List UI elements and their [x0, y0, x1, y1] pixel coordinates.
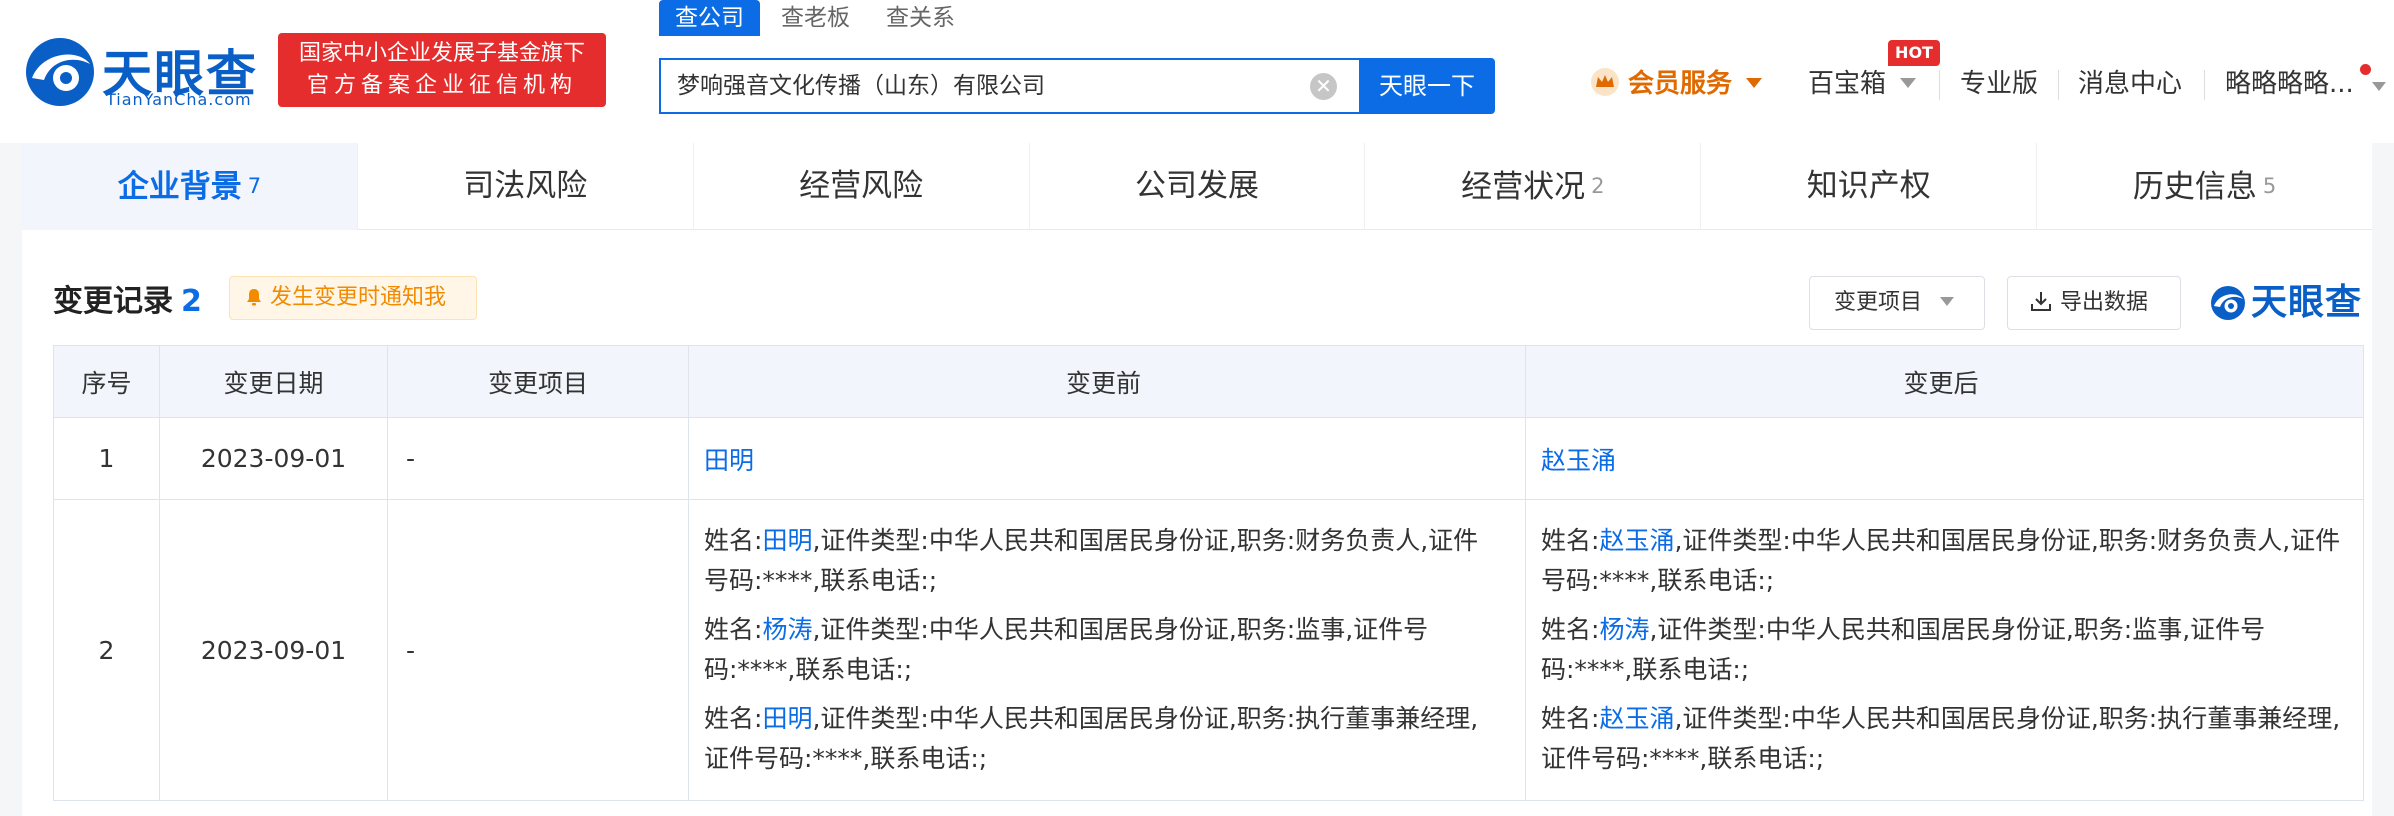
person-record: 姓名:赵玉涌,证件类型:中华人民共和国居民身份证,职务:执行董事兼经理,证件号码…	[1541, 704, 2341, 773]
user-menu[interactable]: 略略略略...	[2225, 64, 2354, 104]
badge-line2: 官方备案企业征信机构	[306, 73, 577, 98]
search-tab-company[interactable]: 查公司	[659, 0, 760, 36]
search-tab-boss[interactable]: 查老板	[781, 0, 850, 36]
chevron-down-icon	[1746, 78, 1763, 88]
person-record: 姓名:杨涛,证件类型:中华人民共和国居民身份证,职务:监事,证件号码:****,…	[1541, 615, 2266, 684]
tab-company-development[interactable]: 公司发展	[1030, 143, 1366, 230]
col-item: 变更项目	[387, 345, 689, 418]
clear-icon[interactable]: ✕	[1310, 73, 1337, 100]
tab-enterprise-background[interactable]: 企业背景 7	[22, 143, 358, 230]
col-date: 变更日期	[159, 345, 388, 418]
person-link[interactable]: 赵玉涌	[1599, 526, 1674, 555]
tab-intellectual-property[interactable]: 知识产权	[1701, 143, 2038, 230]
chevron-down-icon	[1900, 78, 1917, 88]
person-record: 姓名:杨涛,证件类型:中华人民共和国居民身份证,职务:监事,证件号码:****,…	[704, 615, 1429, 684]
cell-after: 赵玉涌	[1525, 417, 2364, 500]
vip-service-menu[interactable]: 会员服务	[1590, 64, 1763, 104]
col-index: 序号	[53, 345, 160, 418]
person-link[interactable]: 赵玉涌	[1599, 704, 1674, 733]
table-row: 1 2023-09-01 - 田明 赵玉涌	[53, 417, 2364, 500]
pro-version-link[interactable]: 专业版	[1960, 64, 2038, 104]
official-badge: 国家中小企业发展子基金旗下 官方备案企业征信机构	[278, 33, 606, 107]
search-button[interactable]: 天眼一下	[1359, 58, 1495, 114]
tab-operation-status[interactable]: 经营状况 2	[1365, 143, 1702, 230]
cell-index: 2	[53, 499, 160, 801]
tab-history-info[interactable]: 历史信息 5	[2037, 143, 2372, 230]
notification-dot	[2360, 64, 2371, 75]
treasure-box-menu[interactable]: 百宝箱	[1808, 64, 1917, 104]
person-record: 姓名:田明,证件类型:中华人民共和国居民身份证,职务:执行董事兼经理,证件号码:…	[704, 704, 1479, 773]
section-tabs: 企业背景 7 司法风险 经营风险 公司发展 经营状况 2 知识产权 历史信息 5	[22, 143, 2372, 230]
section-title: 变更记录 2	[53, 284, 202, 319]
tianyancha-logo[interactable]: 天眼查 TianYanCha.com	[22, 32, 262, 109]
change-item-filter[interactable]: 变更项目	[1809, 276, 1985, 330]
nav-divider	[2204, 70, 2205, 100]
search-tab-relation[interactable]: 查关系	[886, 0, 955, 36]
logo-domain: TianYanCha.com	[106, 90, 252, 109]
chevron-down-icon	[1940, 297, 1955, 306]
table-row: 2 2023-09-01 - 姓名:田明,证件类型:中华人民共和国居民身份证,职…	[53, 499, 2364, 801]
col-after: 变更后	[1525, 345, 2364, 418]
person-link[interactable]: 田明	[762, 526, 812, 555]
section-count: 2	[181, 284, 202, 319]
chevron-down-icon[interactable]	[2372, 82, 2386, 91]
person-record: 姓名:赵玉涌,证件类型:中华人民共和国居民身份证,职务:财务负责人,证件号码:*…	[1541, 526, 2341, 595]
bell-icon	[247, 289, 261, 306]
nav-divider	[2058, 70, 2059, 100]
content-card: 企业背景 7 司法风险 经营风险 公司发展 经营状况 2 知识产权 历史信息 5 变更…	[22, 143, 2372, 816]
tab-business-risk[interactable]: 经营风险	[694, 143, 1030, 230]
download-icon	[2031, 292, 2051, 311]
cell-index: 1	[53, 417, 160, 500]
notify-label: 发生变更时通知我	[270, 285, 447, 310]
search-input[interactable]: 梦响强音文化传播（山东）有限公司 ✕	[659, 58, 1359, 114]
top-header: 天眼查 TianYanCha.com 国家中小企业发展子基金旗下 官方备案企业征…	[0, 0, 2394, 143]
cell-item: -	[387, 499, 689, 801]
message-center-link[interactable]: 消息中心	[2078, 64, 2182, 104]
vip-service-label: 会员服务	[1628, 69, 1733, 99]
cell-before: 姓名:田明,证件类型:中华人民共和国居民身份证,职务:财务负责人,证件号码:**…	[688, 499, 1526, 801]
cell-before: 田明	[688, 417, 1526, 500]
col-before: 变更前	[688, 345, 1526, 418]
tab-count: 7	[247, 174, 262, 198]
tab-judicial-risk[interactable]: 司法风险	[358, 143, 694, 230]
cell-after: 姓名:赵玉涌,证件类型:中华人民共和国居民身份证,职务:财务负责人,证件号码:*…	[1525, 499, 2364, 801]
tab-count: 5	[2262, 174, 2277, 198]
person-link[interactable]: 杨涛	[762, 615, 812, 644]
person-link[interactable]: 田明	[762, 704, 812, 733]
nav-divider	[1939, 70, 1940, 100]
person-record: 姓名:田明,证件类型:中华人民共和国居民身份证,职务:财务负责人,证件号码:**…	[704, 526, 1479, 595]
tab-count: 2	[1591, 174, 1605, 198]
person-link[interactable]: 赵玉涌	[1541, 446, 1616, 475]
person-link[interactable]: 田明	[704, 446, 754, 475]
hot-badge: HOT	[1888, 40, 1940, 66]
cell-date: 2023-09-01	[159, 417, 388, 500]
treasure-box-label: 百宝箱	[1808, 69, 1887, 99]
cell-item: -	[387, 417, 689, 500]
notify-on-change-button[interactable]: 发生变更时通知我	[229, 276, 477, 320]
watermark-text: 天眼查	[2251, 282, 2363, 323]
change-record-table: 序号 变更日期 变更项目 变更前 变更后 1 2023-09-01 - 田明 赵…	[53, 345, 2364, 801]
logo-eye-icon	[2211, 286, 2245, 320]
search-input-value: 梦响强音文化传播（山东）有限公司	[677, 73, 1045, 99]
badge-line1: 国家中小企业发展子基金旗下	[298, 41, 585, 66]
logo-eye-icon	[26, 38, 94, 106]
export-data-button[interactable]: 导出数据	[2007, 276, 2181, 330]
table-header-row: 序号 变更日期 变更项目 变更前 变更后	[53, 345, 2364, 418]
person-link[interactable]: 杨涛	[1599, 615, 1649, 644]
crown-icon	[1591, 68, 1619, 96]
cell-date: 2023-09-01	[159, 499, 388, 801]
